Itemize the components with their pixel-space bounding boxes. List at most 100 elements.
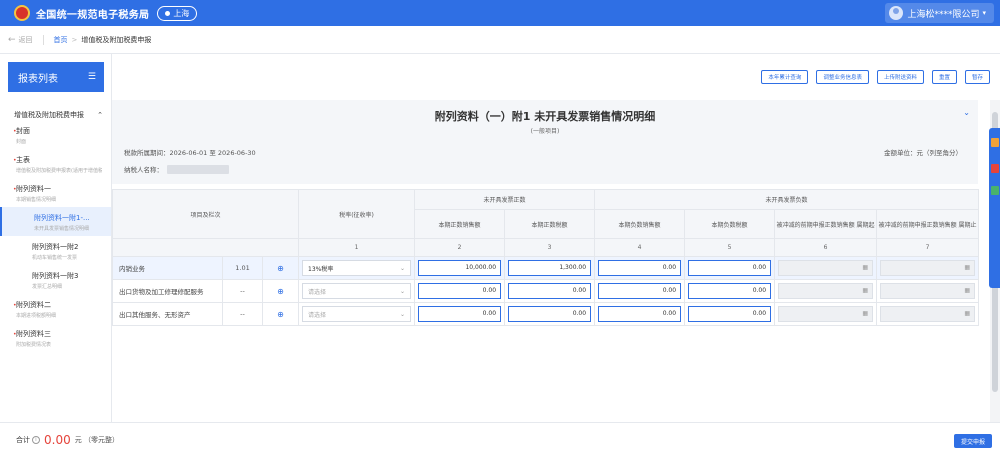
total-summary: 合计 i 0.00 元 （零元整） [16,433,119,447]
total-label: 合计 [16,436,30,444]
negative-sales-input[interactable]: 0.00 [598,260,682,276]
sidebar-item-label: 附列资料一附1-... [34,214,90,222]
sidebar-item-schedule-1-att-1[interactable]: 附列资料一附1-... 未开具发票销售情况明细 [0,207,111,236]
period-start-date-picker[interactable]: ▦ [778,306,874,322]
arrow-left-icon: ← [8,34,16,45]
negative-sales-input[interactable]: 0.00 [598,306,682,322]
chevron-down-icon[interactable]: ⌄ [963,108,970,117]
app-title: 全国统一规范电子税务局 [36,9,150,21]
save-draft-button[interactable]: 暂存 [964,70,990,84]
sidebar-item-schedule-3[interactable]: • 附列资料三 附加税费情况表 [0,323,111,352]
chevron-down-icon: ⌄ [400,287,406,295]
header-negative-group: 未开具发票负数 [594,189,980,210]
sidebar-item-sub: 未开具发票销售情况明细 [34,226,90,232]
submit-declaration-button[interactable]: 提交申报 [953,434,992,448]
user-name: 上海松****限公司 [907,9,980,20]
positive-tax-input[interactable]: 0.00 [508,306,592,322]
masked-taxpayer-name [167,164,229,174]
report-list-title: 报表列表 [18,73,58,85]
positive-tax-input[interactable]: 0.00 [508,283,592,299]
add-row-icon[interactable]: ⊕ [261,302,300,326]
user-menu[interactable]: 上海松****限公司 ▾ [885,3,994,23]
annual-cumulative-query-button[interactable]: 本年累计查询 [761,70,809,84]
sidebar-item-schedule-1[interactable]: • 附列资料一 本期销售情况明细 [0,178,111,207]
upload-attachments-button[interactable]: 上传附送资料 [876,70,924,84]
period-end-date-picker[interactable]: ▦ [880,260,976,276]
required-dot-icon: • [13,186,17,193]
sidebar-item-sub: 增值税及附加税费申报表(适用于增值税一般纳税人) [16,168,102,174]
positive-sales-input[interactable]: 10,000.00 [418,260,502,276]
avatar-icon [889,6,904,20]
breadcrumb-home-link[interactable]: 首页 [54,35,68,45]
positive-sales-input[interactable]: 0.00 [418,283,502,299]
info-icon[interactable]: i [32,436,40,444]
notice-icon [991,164,999,173]
total-value: 0.00 [44,433,71,447]
form-title: 附列资料（一）附1 未开具发票销售情况明细 [434,110,656,123]
period-end-date-picker[interactable]: ▦ [880,283,976,299]
adjust-business-info-button[interactable]: 调整业务信息表 [816,70,869,84]
list-icon[interactable]: ☰ [88,72,96,82]
divider [42,34,44,45]
header-col-3: 本期负数销售额 [594,209,686,239]
sales-detail-table: 项目及栏次 税率(征收率) 未开具发票正数 未开具发票负数 本期正数销售额 本期… [111,189,980,326]
sidebar-group-label: 增值税及附加税费申报 [14,111,84,119]
sidebar-item-label: 封面 [16,127,30,135]
row-item: 出口货物及加工修理修配服务 [112,279,223,303]
total-unit: 元 （零元整） [74,436,119,444]
header-col-1: 本期正数销售额 [414,209,506,239]
period-end-date-picker[interactable]: ▦ [880,306,976,322]
region-selector[interactable]: 上海 [157,5,198,21]
tax-rate-select[interactable]: 13%税率 ⌄ [302,260,412,276]
header-col-6: 被冲减的前期申报正数销售额 属期止 [876,209,980,239]
report-list-sidebar: 报表列表 ☰ 增值税及附加税费申报 ⌃ • 封面 封面 • 主表 增值税及附加税… [0,54,112,422]
header-item: 项目及栏次 [111,189,300,239]
tax-rate-select[interactable]: 请选择 ⌄ [302,283,412,299]
add-row-icon[interactable]: ⊕ [261,256,300,280]
table-row: 出口货物及加工修理修配服务 -- ⊕ 请选择 ⌄ 0.00 0.00 0.00 0… [112,279,980,303]
sidebar-item-schedule-1-att-2[interactable]: 附列资料一附2 机动车销售统一发票 [0,236,111,265]
reset-button[interactable]: 重置 [931,70,957,84]
tax-rate-select[interactable]: 请选择 ⌄ [302,306,412,322]
header-col-5: 被冲减的前期申报正数销售额 属期起 [774,209,878,239]
negative-tax-input[interactable]: 0.00 [688,260,772,276]
sidebar-item-sub: 发票汇总明细 [32,284,63,290]
period-start-date-picker[interactable]: ▦ [778,283,874,299]
sidebar-item-sub: 附加税费情况表 [16,342,52,348]
sidebar-item-sub: 封面 [16,139,27,145]
row-item: 内销业务 [112,256,223,280]
period-start-date-picker[interactable]: ▦ [778,260,874,276]
sidebar-item-schedule-1-att-3[interactable]: 附列资料一附3 发票汇总明细 [0,265,111,294]
required-dot-icon: • [13,331,17,338]
floating-assistant-tab[interactable] [989,128,1000,288]
required-dot-icon: • [13,302,17,309]
sidebar-item-label: 主表 [16,156,30,164]
amount-unit: 金额单位：元（列至角分） [884,149,962,157]
tax-rate-placeholder: 请选择 [308,288,327,296]
back-button[interactable]: ← 返回 [8,35,33,45]
header-num: 3 [504,238,596,257]
sidebar-item-sub: 本期进项税额明细 [16,313,57,319]
tax-emblem-icon [14,5,30,21]
sidebar-item-label: 附列资料一 [16,185,51,193]
sidebar-item-main-form[interactable]: • 主表 增值税及附加税费申报表(适用于增值税一般纳税人) [0,149,111,178]
calendar-icon: ▦ [862,264,869,271]
row-code: -- [222,279,263,303]
form-header: 附列资料（一）附1 未开具发票销售情况明细 (一般项目) ⌄ 税款所属期间：20… [112,100,978,184]
required-dot-icon: • [13,128,17,135]
calendar-icon: ▦ [964,264,971,271]
negative-tax-input[interactable]: 0.00 [688,306,772,322]
form-subtitle: (一般项目) [530,128,560,135]
negative-sales-input[interactable]: 0.00 [598,283,682,299]
sidebar-item-cover[interactable]: • 封面 封面 [0,120,111,149]
row-code: -- [222,302,263,326]
sidebar-item-schedule-2[interactable]: • 附列资料二 本期进项税额明细 [0,294,111,323]
add-row-icon[interactable]: ⊕ [261,279,300,303]
positive-tax-input[interactable]: 1,300.00 [508,260,592,276]
positive-sales-input[interactable]: 0.00 [418,306,502,322]
header-num: 5 [684,238,776,257]
negative-tax-input[interactable]: 0.00 [688,283,772,299]
breadcrumb: ← 返回 首页 > 增值税及附加税费申报 [0,26,1000,54]
sidebar-group[interactable]: 增值税及附加税费申报 ⌃ [0,110,111,120]
footer-bar: 合计 i 0.00 元 （零元整） 提交申报 [0,422,1000,457]
